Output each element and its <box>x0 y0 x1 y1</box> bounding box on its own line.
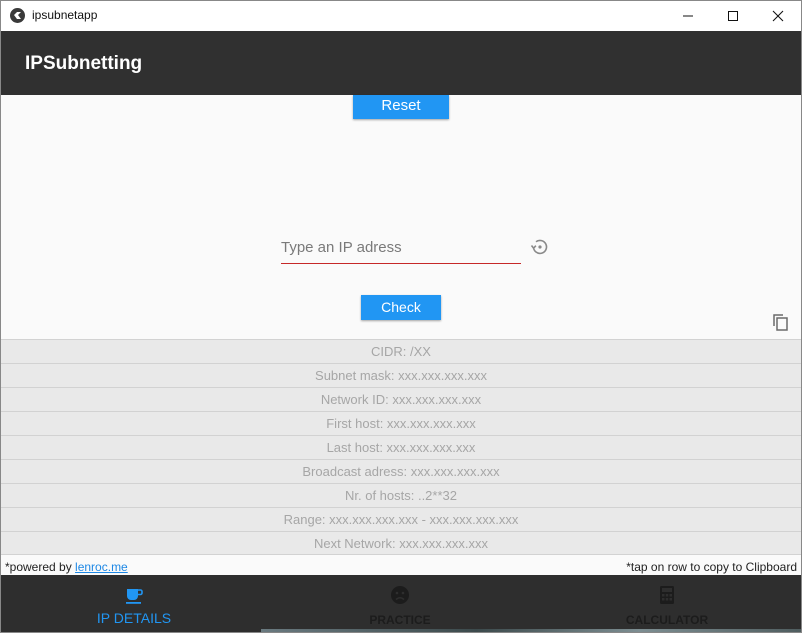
nav-label-ip-details: IP DETAILS <box>96 610 172 626</box>
result-row-broadcast[interactable]: Broadcast adress: xxx.xxx.xxx.xxx <box>1 459 801 483</box>
copy-icon[interactable] <box>772 313 790 331</box>
result-row-subnet-mask[interactable]: Subnet mask: xxx.xxx.xxx.xxx <box>1 363 801 387</box>
app-logo-icon <box>10 8 25 23</box>
bottom-navigation: IP DETAILS PRACTICE CALCULATOR <box>1 575 801 632</box>
nav-tab-calculator[interactable]: CALCULATOR <box>534 575 800 629</box>
nav-tab-ip-details[interactable]: IP DETAILS <box>1 575 267 629</box>
result-row-last-host[interactable]: Last host: xxx.xxx.xxx.xxx <box>1 435 801 459</box>
calculator-icon <box>660 586 674 604</box>
maximize-button[interactable] <box>710 1 756 31</box>
check-button[interactable]: Check <box>361 295 441 320</box>
nav-label-calculator: CALCULATOR <box>625 613 709 627</box>
window-title: ipsubnetapp <box>32 8 98 22</box>
app-title: IPSubnetting <box>25 53 143 74</box>
minimize-button[interactable] <box>665 1 711 31</box>
app-bar: IPSubnetting <box>1 31 801 95</box>
close-button[interactable] <box>755 1 801 31</box>
nav-tab-practice[interactable]: PRACTICE <box>267 575 533 629</box>
results-table: CIDR: /XX Subnet mask: xxx.xxx.xxx.xxx N… <box>1 339 801 555</box>
reset-button[interactable]: Reset <box>353 95 449 119</box>
result-row-host-count[interactable]: Nr. of hosts: ..2**32 <box>1 483 801 507</box>
powered-by-link[interactable]: lenroc.me <box>75 560 128 574</box>
maximize-icon <box>728 11 738 21</box>
footer-bar: *powered by lenroc.me *tap on row to cop… <box>1 557 801 575</box>
result-row-network-id[interactable]: Network ID: xxx.xxx.xxx.xxx <box>1 387 801 411</box>
sad-face-icon <box>391 586 409 604</box>
background-wallpaper-strip <box>261 629 801 632</box>
result-row-next-network[interactable]: Next Network: xxx.xxx.xxx.xxx <box>1 531 801 555</box>
close-icon <box>772 10 784 22</box>
app-window: ipsubnetapp IPSubnetting Reset Check CID… <box>0 0 802 633</box>
clipboard-hint: *tap on row to copy to Clipboard <box>626 560 797 574</box>
ip-input-container <box>281 231 521 264</box>
history-icon[interactable] <box>530 237 550 257</box>
title-bar: ipsubnetapp <box>1 1 801 31</box>
minimize-icon <box>683 15 693 17</box>
powered-by-text: *powered by lenroc.me <box>5 560 128 574</box>
result-row-range[interactable]: Range: xxx.xxx.xxx.xxx - xxx.xxx.xxx.xxx <box>1 507 801 531</box>
powered-by-prefix: *powered by <box>5 560 76 574</box>
result-row-cidr[interactable]: CIDR: /XX <box>1 339 801 363</box>
ip-address-input[interactable] <box>281 235 521 259</box>
result-row-first-host[interactable]: First host: xxx.xxx.xxx.xxx <box>1 411 801 435</box>
nav-label-practice: PRACTICE <box>369 613 431 627</box>
coffee-cup-icon <box>126 589 143 604</box>
